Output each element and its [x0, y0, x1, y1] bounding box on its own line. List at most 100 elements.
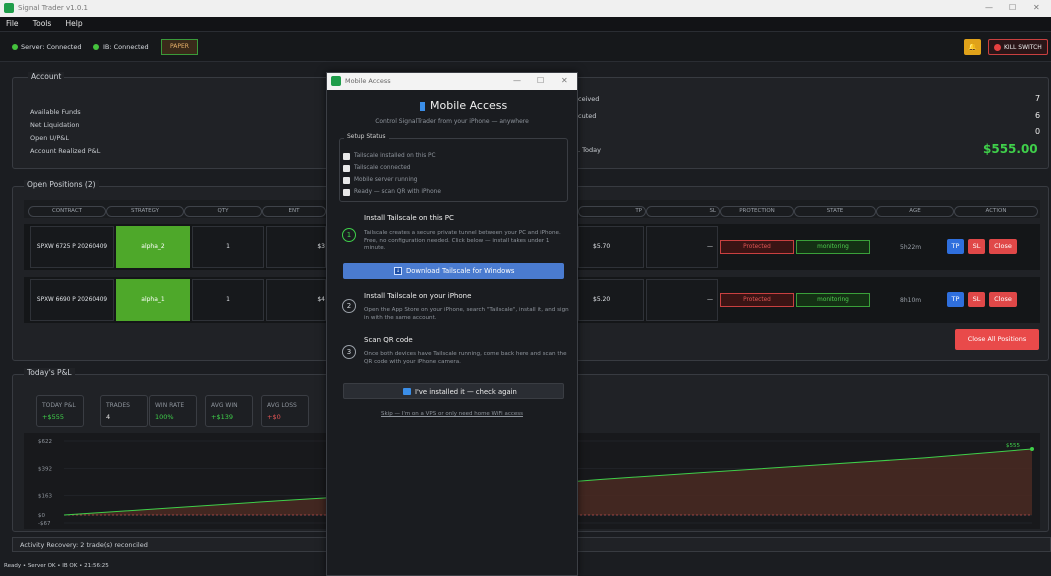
header-tp[interactable]: TP	[578, 206, 646, 217]
step1-number: 1	[342, 228, 356, 242]
check-label: Tailscale connected	[354, 165, 411, 171]
kill-switch-label: KILL SWITCH	[1004, 44, 1042, 51]
protection-badge: Protected	[720, 293, 794, 307]
dialog-subtitle: Control SignalTrader from your iPhone — …	[375, 118, 529, 125]
state-badge: monitoring	[796, 293, 870, 307]
open-count-value: 0	[1035, 127, 1041, 136]
server-status-icon	[12, 44, 18, 50]
stat-trades: TRADES 4	[100, 395, 148, 427]
check-label: Tailscale installed on this PC	[354, 153, 436, 159]
menu-help[interactable]: Help	[66, 19, 83, 28]
checkbox-tailscale-connected[interactable]	[343, 165, 350, 172]
header-sl[interactable]: SL	[646, 206, 720, 217]
close-icon[interactable]: ✕	[1033, 3, 1040, 12]
window-title: Signal Trader v1.0.1	[18, 4, 88, 12]
position-strategy-badge: alpha_1	[116, 279, 190, 321]
stat-today-pnl: TODAY P&L +$555	[36, 395, 84, 427]
dialog-app-icon	[331, 76, 341, 86]
dialog-close-icon[interactable]: ✕	[561, 76, 568, 85]
positions-label: Open Positions (2)	[24, 180, 99, 189]
checkbox-tailscale-installed[interactable]	[343, 153, 350, 160]
close-position-button[interactable]: Close	[989, 239, 1017, 254]
header-age[interactable]: AGE	[876, 206, 954, 217]
dialog-heading: Mobile Access	[430, 99, 508, 112]
dialog-minimize-icon[interactable]: —	[513, 76, 521, 85]
stat-avg-loss: AVG LOSS +$0	[261, 395, 309, 427]
position-age: 5h22m	[900, 244, 922, 251]
header-action[interactable]: ACTION	[954, 206, 1038, 217]
position-tp: $5.20	[578, 279, 644, 321]
pnl-today-label: . Today	[578, 146, 601, 154]
step3-number: 3	[342, 345, 356, 359]
download-tailscale-button[interactable]: ↓ Download Tailscale for Windows	[343, 263, 564, 279]
pnl-label: Today's P&L	[24, 368, 75, 377]
app-icon	[4, 3, 14, 13]
dialog-title: Mobile Access	[345, 77, 391, 85]
position-contract: SPXW 6725 P 20260409	[30, 226, 114, 268]
account-label: Account	[28, 72, 65, 81]
signals-executed-value: 6	[1035, 111, 1041, 120]
y-tick-label: -$67	[38, 521, 51, 527]
header-qty[interactable]: QTY	[184, 206, 262, 217]
download-icon: ↓	[394, 267, 402, 275]
stat-label: WIN RATE	[155, 402, 185, 409]
check-again-button[interactable]: I've installed it — check again	[343, 383, 564, 399]
check-label: Mobile server running	[354, 177, 418, 183]
tp-button[interactable]: TP	[947, 292, 964, 307]
stat-label: AVG LOSS	[267, 402, 297, 409]
realized-pnl-label: Account Realized P&L	[30, 147, 101, 155]
skip-link[interactable]: Skip — I'm on a VPS or only need home Wi…	[327, 411, 577, 417]
menu-file[interactable]: File	[6, 19, 19, 28]
step2-number: 2	[342, 299, 356, 313]
position-contract: SPXW 6690 P 20260409	[30, 279, 114, 321]
header-protection[interactable]: PROTECTION	[720, 206, 794, 217]
mobile-access-dialog: Mobile Access — ☐ ✕ Mobile Access Contro…	[326, 72, 578, 576]
maximize-icon[interactable]: ☐	[1009, 3, 1016, 12]
dialog-titlebar: Mobile Access — ☐ ✕	[327, 73, 577, 90]
step2-title: Install Tailscale on your iPhone	[364, 292, 472, 300]
available-funds-label: Available Funds	[30, 108, 81, 116]
signals-received-label: ceived	[578, 95, 600, 103]
state-badge: monitoring	[796, 240, 870, 254]
tp-button[interactable]: TP	[947, 239, 964, 254]
realized-pnl-value: $555.00	[983, 142, 1038, 156]
step3-text: Once both devices have Tailscale running…	[364, 351, 567, 365]
download-label: Download Tailscale for Windows	[406, 267, 515, 275]
stat-label: TODAY P&L	[42, 402, 76, 409]
position-strategy-badge: alpha_2	[116, 226, 190, 268]
header-state[interactable]: STATE	[794, 206, 876, 217]
check-again-label: I've installed it — check again	[415, 388, 517, 396]
checkbox-mobile-server[interactable]	[343, 177, 350, 184]
header-ent[interactable]: ENT	[262, 206, 326, 217]
header-strategy[interactable]: STRATEGY	[106, 206, 184, 217]
kill-switch-button[interactable]: KILL SWITCH	[988, 39, 1048, 55]
bell-icon[interactable]: 🔔	[964, 39, 981, 55]
menu-bar: File Tools Help	[0, 17, 1051, 32]
pnl-endpoint	[1030, 446, 1034, 451]
y-tick-label: $163	[38, 494, 52, 500]
pnl-end-label: $555	[1006, 443, 1020, 449]
window-titlebar: Signal Trader v1.0.1 — ☐ ✕	[0, 0, 1051, 17]
signals-received-value: 7	[1035, 94, 1041, 103]
sl-button[interactable]: SL	[968, 239, 985, 254]
position-qty: 1	[192, 226, 264, 268]
checkbox-ready[interactable]	[343, 189, 350, 196]
close-all-positions-button[interactable]: Close All Positions	[955, 329, 1039, 350]
ib-status: IB: Connected	[103, 43, 149, 51]
stat-value: +$139	[211, 413, 233, 421]
menu-tools[interactable]: Tools	[33, 19, 51, 28]
check-label: Ready — scan QR with iPhone	[354, 189, 441, 195]
close-position-button[interactable]: Close	[989, 292, 1017, 307]
stat-avg-win: AVG WIN +$139	[205, 395, 253, 427]
header-contract[interactable]: CONTRACT	[28, 206, 106, 217]
setup-status-label: Setup Status	[344, 133, 389, 140]
position-entry: $3	[266, 226, 326, 268]
refresh-icon	[403, 388, 411, 395]
minimize-icon[interactable]: —	[985, 3, 993, 12]
dialog-maximize-icon[interactable]: ☐	[537, 76, 544, 85]
kill-icon	[994, 44, 1001, 51]
paper-mode-badge[interactable]: PAPER	[161, 39, 198, 55]
net-liquidation-label: Net Liquidation	[30, 121, 80, 129]
sl-button[interactable]: SL	[968, 292, 985, 307]
footer-status: Ready • Server OK • IB OK • 21:56:25	[4, 563, 109, 569]
